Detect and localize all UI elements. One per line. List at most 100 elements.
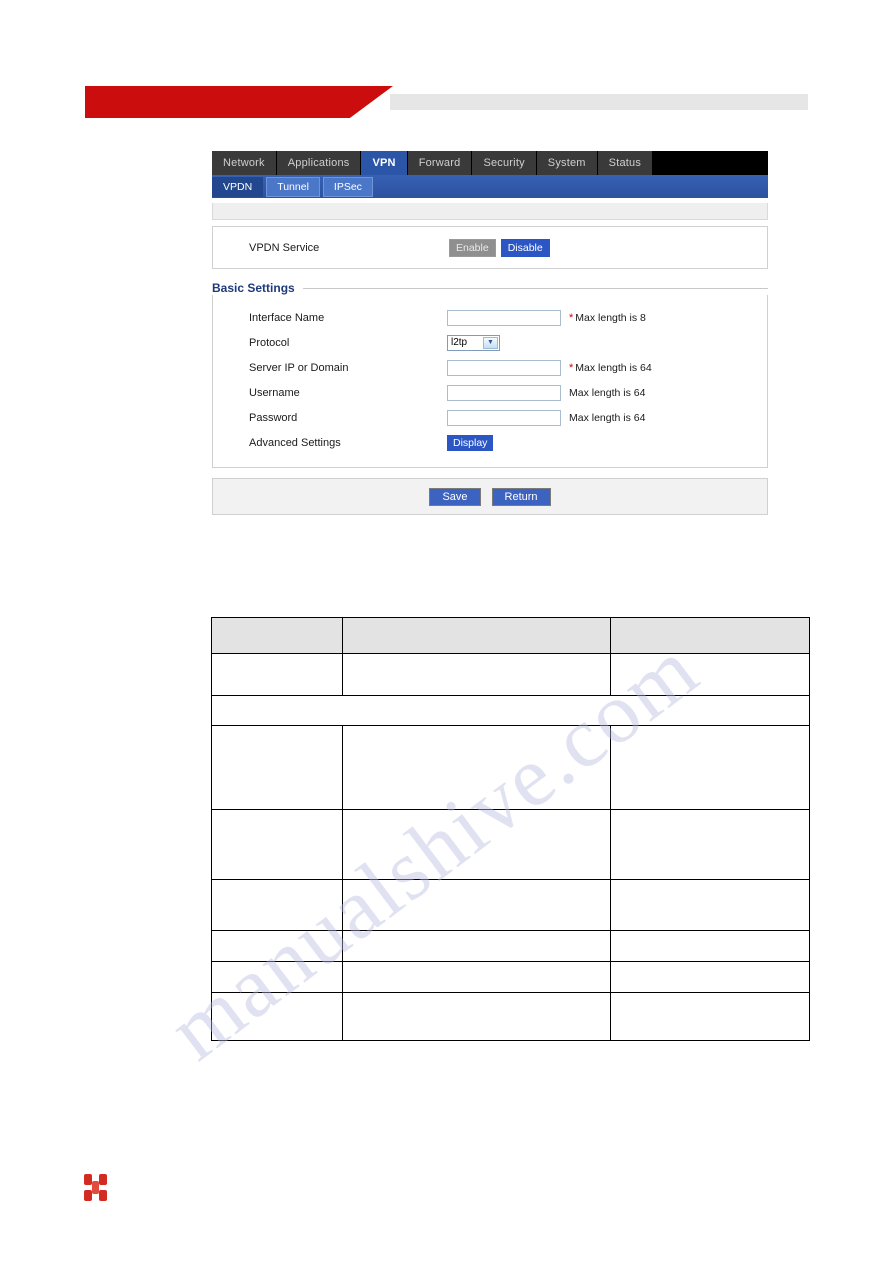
subnav-tab-vpdn[interactable]: VPDN xyxy=(212,176,264,197)
table-row xyxy=(211,653,810,696)
table-cell xyxy=(610,653,810,696)
username-label: Username xyxy=(249,386,300,399)
nav-tab-network[interactable]: Network xyxy=(212,151,277,175)
vpdn-service-row: VPDN Service Enable Disable xyxy=(213,227,767,268)
interface-name-label: Interface Name xyxy=(249,311,325,324)
table-cell xyxy=(341,809,612,880)
required-asterisk: * xyxy=(569,311,574,324)
table-cell xyxy=(211,961,343,993)
table-header-cell-1 xyxy=(211,617,343,654)
subnav-tab-ipsec-label: IPSec xyxy=(333,180,362,193)
table-cell xyxy=(341,725,612,810)
table-cell xyxy=(211,725,343,810)
chevron-down-icon[interactable]: ▼ xyxy=(483,336,498,349)
nav-tab-system[interactable]: System xyxy=(536,151,598,175)
password-hint: Max length is 64 xyxy=(569,411,646,424)
protocol-select[interactable]: l2tp ▼ xyxy=(447,334,500,351)
subnav-tab-vpdn-label: VPDN xyxy=(223,180,253,193)
form-row-username: Username Max length is 64 xyxy=(213,380,767,405)
nav-tab-applications[interactable]: Applications xyxy=(276,151,362,175)
subnav-tab-tunnel[interactable]: Tunnel xyxy=(266,176,320,197)
table-cell xyxy=(341,992,612,1041)
server-ip-hint: * Max length is 64 xyxy=(569,362,652,374)
table-header-row xyxy=(211,617,810,654)
sub-nav: VPDN Tunnel IPSec xyxy=(212,175,768,198)
table-cell xyxy=(211,879,343,931)
protocol-label: Protocol xyxy=(249,336,290,349)
page-header-banner xyxy=(0,86,893,118)
table-row xyxy=(211,992,810,1041)
table-header-cell-3 xyxy=(610,617,810,654)
server-ip-label: Server IP or Domain xyxy=(249,361,349,374)
return-button[interactable]: Return xyxy=(491,487,551,506)
form-action-bar: Save Return xyxy=(212,478,768,515)
nav-tab-applications-label: Applications xyxy=(287,157,350,169)
table-row xyxy=(211,961,810,993)
main-nav: Network Applications VPN Forward Securit… xyxy=(212,151,768,175)
required-asterisk: * xyxy=(569,361,574,374)
table-cell xyxy=(610,961,810,993)
server-ip-input[interactable] xyxy=(447,359,561,376)
nav-tab-status[interactable]: Status xyxy=(597,151,654,175)
advanced-settings-label: Advanced Settings xyxy=(249,436,341,449)
table-cell xyxy=(610,809,810,880)
form-row-advanced-settings: Advanced Settings Display xyxy=(213,430,767,455)
password-input[interactable] xyxy=(447,409,561,426)
table-header-cell-2 xyxy=(341,617,612,654)
interface-name-input[interactable] xyxy=(447,309,561,326)
table-cell xyxy=(341,961,612,993)
interface-name-hint-text: Max length is 8 xyxy=(575,311,646,324)
nav-tab-security-label: Security xyxy=(483,157,525,169)
table-row xyxy=(211,725,810,810)
server-ip-hint-text: Max length is 64 xyxy=(575,361,652,374)
nav-tab-network-label: Network xyxy=(223,157,265,169)
subnav-tab-ipsec[interactable]: IPSec xyxy=(322,176,373,197)
nav-tab-vpn-label: VPN xyxy=(372,157,396,169)
table-cell xyxy=(610,725,810,810)
table-row xyxy=(211,695,810,726)
table-cell xyxy=(610,930,810,962)
table-cell xyxy=(341,879,612,931)
disable-button[interactable]: Disable xyxy=(500,238,550,257)
nav-filler xyxy=(653,151,768,175)
table-cell xyxy=(211,809,343,880)
username-input[interactable] xyxy=(447,384,561,401)
table-cell xyxy=(341,930,612,962)
form-row-password: Password Max length is 64 xyxy=(213,405,767,430)
nav-tab-vpn[interactable]: VPN xyxy=(361,151,408,175)
table-cell xyxy=(211,992,343,1041)
header-red-accent xyxy=(85,86,393,118)
basic-settings-form: Interface Name * Max length is 8 Protocol… xyxy=(212,295,768,468)
nav-tab-forward-label: Forward xyxy=(418,157,461,169)
protocol-selected-value: l2tp xyxy=(451,337,468,348)
basic-settings-title: Basic Settings xyxy=(212,281,295,295)
table-cell xyxy=(341,653,612,696)
header-gray-bar xyxy=(390,94,808,110)
table-cell xyxy=(211,930,343,962)
username-hint: Max length is 64 xyxy=(569,386,646,399)
enable-button[interactable]: Enable xyxy=(449,238,496,257)
router-web-ui: Network Applications VPN Forward Securit… xyxy=(212,151,768,515)
form-row-interface-name: Interface Name * Max length is 8 xyxy=(213,305,767,330)
table-cell-full-width xyxy=(211,695,810,726)
vpdn-service-panel: VPDN Service Enable Disable xyxy=(212,226,768,269)
basic-settings-header: Basic Settings xyxy=(212,281,768,295)
subnav-tab-tunnel-label: Tunnel xyxy=(277,180,309,193)
save-button[interactable]: Save xyxy=(429,487,481,506)
nav-tab-status-label: Status xyxy=(608,157,642,169)
display-button[interactable]: Display xyxy=(447,434,494,451)
table-cell xyxy=(610,879,810,931)
content-strip xyxy=(212,203,768,220)
form-row-protocol: Protocol l2tp ▼ xyxy=(213,330,767,355)
table-row xyxy=(211,930,810,962)
vpdn-service-label: VPDN Service xyxy=(249,241,320,254)
interface-name-hint: * Max length is 8 xyxy=(569,312,646,324)
table-row xyxy=(211,879,810,931)
table-cell xyxy=(610,992,810,1041)
brand-logo-icon xyxy=(84,1174,108,1202)
nav-tab-forward[interactable]: Forward xyxy=(407,151,473,175)
nav-tab-security[interactable]: Security xyxy=(472,151,537,175)
table-cell xyxy=(211,653,343,696)
table-row xyxy=(211,809,810,880)
section-divider xyxy=(302,287,768,289)
